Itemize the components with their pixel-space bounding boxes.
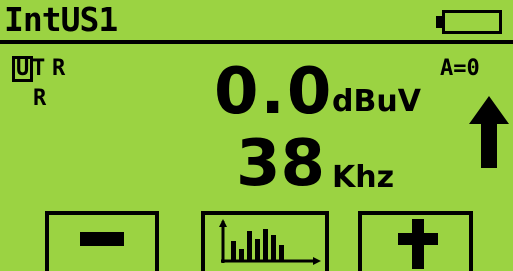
battery-body	[442, 10, 502, 34]
spectrum-icon	[219, 219, 321, 265]
page-title: IntUS1	[4, 0, 118, 39]
increase-button[interactable]	[358, 211, 473, 271]
frequency-value: 38	[236, 127, 326, 201]
battery-icon	[436, 10, 502, 34]
level-value: 0.0	[214, 55, 334, 129]
frequency-unit: Khz	[332, 160, 395, 195]
level-unit: dBuV	[332, 84, 421, 119]
spectrum-button[interactable]	[201, 211, 329, 271]
alpha-indicator: A=0	[440, 56, 480, 81]
minus-icon	[80, 232, 124, 246]
up-arrow-icon	[469, 96, 509, 168]
r-indicator-bottom: R	[33, 86, 47, 111]
u-indicator: U	[12, 56, 34, 82]
t-indicator: T	[32, 56, 46, 81]
decrease-button[interactable]	[45, 211, 159, 271]
r-indicator-top: R	[52, 56, 66, 81]
lcd-screen: IntUS1 U T R R A=0 0.0 dBuV 38 Khz	[0, 0, 513, 271]
plus-icon	[412, 219, 424, 269]
header-divider	[0, 40, 513, 44]
